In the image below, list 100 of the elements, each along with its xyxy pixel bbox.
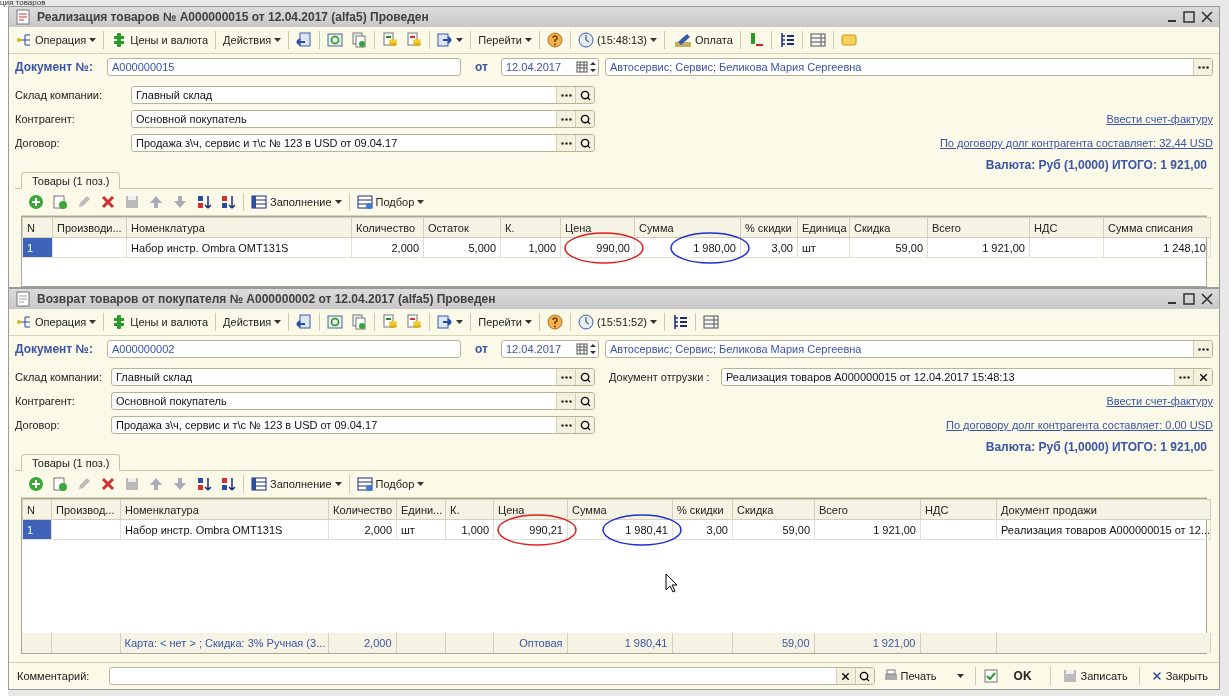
column-header[interactable]: Остаток bbox=[423, 217, 501, 238]
search-button[interactable] bbox=[575, 135, 594, 151]
toolbar-button[interactable]: (15:51:52) bbox=[574, 312, 661, 332]
select-button[interactable] bbox=[556, 135, 575, 151]
search-button[interactable] bbox=[575, 111, 594, 127]
calendar-icon[interactable] bbox=[576, 61, 588, 73]
maximize-icon[interactable] bbox=[1183, 11, 1195, 23]
input-field[interactable]: Основной покупатель bbox=[131, 110, 595, 128]
input-field[interactable]: Главный склад bbox=[131, 86, 595, 104]
maximize-icon[interactable] bbox=[1183, 293, 1195, 305]
tab[interactable]: Товары (1 поз.) bbox=[21, 172, 121, 189]
field-label: Документ отгрузки : bbox=[609, 371, 711, 383]
ellipsis-icon bbox=[560, 423, 572, 427]
search-button[interactable] bbox=[575, 393, 594, 409]
select-button[interactable] bbox=[1193, 341, 1212, 357]
column-header[interactable]: Производ... bbox=[51, 499, 121, 520]
column-header[interactable]: Всего bbox=[927, 217, 1030, 238]
column-header[interactable]: Цена bbox=[493, 499, 568, 520]
up-arrow-icon bbox=[148, 476, 164, 492]
organization-field[interactable]: Автосервис; Сервис; Беликова Мария Сергеевна bbox=[605, 340, 1213, 358]
toolbar-button[interactable]: Заполнение bbox=[248, 474, 345, 494]
search-icon bbox=[579, 113, 591, 125]
column-header[interactable]: Скидка bbox=[732, 499, 815, 520]
input-field[interactable]: Продажа з\ч, сервис и т\с № 123 в USD от 09.04.17 bbox=[111, 416, 595, 434]
link[interactable]: По договору долг контрагента составляет: 0,00 USD bbox=[946, 416, 1213, 434]
column-header[interactable]: Количество bbox=[328, 499, 397, 520]
column-header[interactable]: % скидки bbox=[740, 217, 798, 238]
comment-field[interactable] bbox=[109, 667, 875, 685]
toolbar-button[interactable]: Подбор bbox=[353, 192, 428, 212]
close-icon[interactable] bbox=[1201, 11, 1213, 23]
clear-button[interactable] bbox=[835, 668, 855, 684]
ok-button[interactable]: OK bbox=[1003, 667, 1042, 685]
close-button[interactable]: Закрыть bbox=[1147, 668, 1211, 684]
calendar-icon[interactable] bbox=[576, 343, 588, 355]
toolbar-button[interactable]: Заполнение bbox=[248, 192, 345, 212]
toolbar-button[interactable]: Перейти bbox=[475, 32, 535, 48]
column-header[interactable]: Сумма bbox=[634, 217, 741, 238]
column-header[interactable]: Единица bbox=[797, 217, 850, 238]
tab[interactable]: Товары (1 поз.) bbox=[21, 454, 121, 471]
toolbar-button[interactable]: (15:48:13) bbox=[574, 30, 661, 50]
link[interactable]: Ввести счет-фактуру bbox=[1106, 110, 1213, 128]
close-icon[interactable] bbox=[1201, 293, 1213, 305]
toolbar-button[interactable]: Перейти bbox=[475, 314, 535, 330]
toolbar-button[interactable]: Оплата bbox=[669, 30, 736, 50]
column-header[interactable]: Сумма bbox=[567, 499, 673, 520]
checkmark-icon[interactable] bbox=[983, 669, 998, 683]
column-header[interactable]: НДС bbox=[920, 499, 997, 520]
input-field[interactable]: Основной покупатель bbox=[111, 392, 595, 410]
select-button[interactable] bbox=[556, 417, 575, 433]
toolbar-button[interactable]: Действия bbox=[220, 32, 285, 48]
input-field[interactable]: Реализация товаров A000000015 от 12.04.2017 15:48:13 bbox=[721, 368, 1213, 386]
column-header[interactable]: N bbox=[22, 499, 52, 520]
comment-label: Комментарий: bbox=[17, 670, 91, 682]
toolbar-button[interactable]: Подбор bbox=[353, 474, 428, 494]
column-header[interactable]: Всего bbox=[814, 499, 921, 520]
toolbar-button[interactable]: Операция bbox=[13, 312, 100, 332]
print-button[interactable]: Печать bbox=[880, 667, 967, 685]
column-header[interactable]: Номенклатура bbox=[126, 217, 352, 238]
column-header[interactable]: Количество bbox=[351, 217, 424, 238]
column-header[interactable]: N bbox=[22, 217, 53, 238]
search-button[interactable] bbox=[575, 369, 594, 385]
link[interactable]: По договору долг контрагента составляет: 32,44 USD bbox=[939, 134, 1213, 152]
date-field[interactable]: 12.04.2017 bbox=[501, 58, 599, 76]
select-button[interactable] bbox=[1174, 369, 1193, 385]
column-header[interactable]: Едини... bbox=[396, 499, 446, 520]
column-header[interactable]: Цена bbox=[560, 217, 635, 238]
column-header[interactable]: К. bbox=[445, 499, 494, 520]
table-icon bbox=[356, 476, 373, 492]
select-button[interactable] bbox=[556, 87, 575, 103]
select-button[interactable] bbox=[556, 393, 575, 409]
input-field[interactable]: Продажа з\ч, сервис и т\с № 123 в USD от 09.04.17 bbox=[131, 134, 595, 152]
spinner-icon[interactable] bbox=[588, 342, 598, 356]
toolbar-button[interactable]: Действия bbox=[220, 314, 285, 330]
column-header[interactable]: Документ продажи bbox=[996, 499, 1211, 520]
column-header[interactable]: К. bbox=[500, 217, 561, 238]
column-header[interactable]: Производи... bbox=[52, 217, 127, 238]
link[interactable]: Ввести счет-фактуру bbox=[1106, 392, 1213, 410]
search-button[interactable] bbox=[575, 87, 594, 103]
document-number-field[interactable]: A000000015 bbox=[107, 58, 461, 76]
document-number-field[interactable]: A000000002 bbox=[107, 340, 461, 358]
column-header[interactable]: Сумма списания bbox=[1103, 217, 1211, 238]
toolbar-button[interactable]: Цены и валюта bbox=[108, 30, 212, 50]
search-button[interactable] bbox=[575, 417, 594, 433]
select-button[interactable] bbox=[1193, 59, 1212, 75]
clock-icon bbox=[577, 314, 594, 330]
date-field[interactable]: 12.04.2017 bbox=[501, 340, 599, 358]
select-button[interactable] bbox=[556, 111, 575, 127]
organization-field[interactable]: Автосервис; Сервис; Беликова Мария Сергеевна bbox=[605, 58, 1213, 76]
column-header[interactable]: Номенклатура bbox=[120, 499, 329, 520]
toolbar-button[interactable]: Цены и валюта bbox=[108, 312, 212, 332]
column-header[interactable]: НДС bbox=[1029, 217, 1104, 238]
clear-button[interactable] bbox=[1193, 369, 1212, 385]
input-field[interactable]: Главный склад bbox=[111, 368, 595, 386]
save-button[interactable]: Записать bbox=[1058, 666, 1131, 686]
spinner-icon[interactable] bbox=[588, 60, 598, 74]
column-header[interactable]: Скидка bbox=[849, 217, 928, 238]
toolbar-button[interactable]: Операция bbox=[13, 30, 100, 50]
ellipsis-icon bbox=[1197, 347, 1209, 351]
column-header[interactable]: % скидки bbox=[672, 499, 733, 520]
select-button[interactable] bbox=[556, 369, 575, 385]
